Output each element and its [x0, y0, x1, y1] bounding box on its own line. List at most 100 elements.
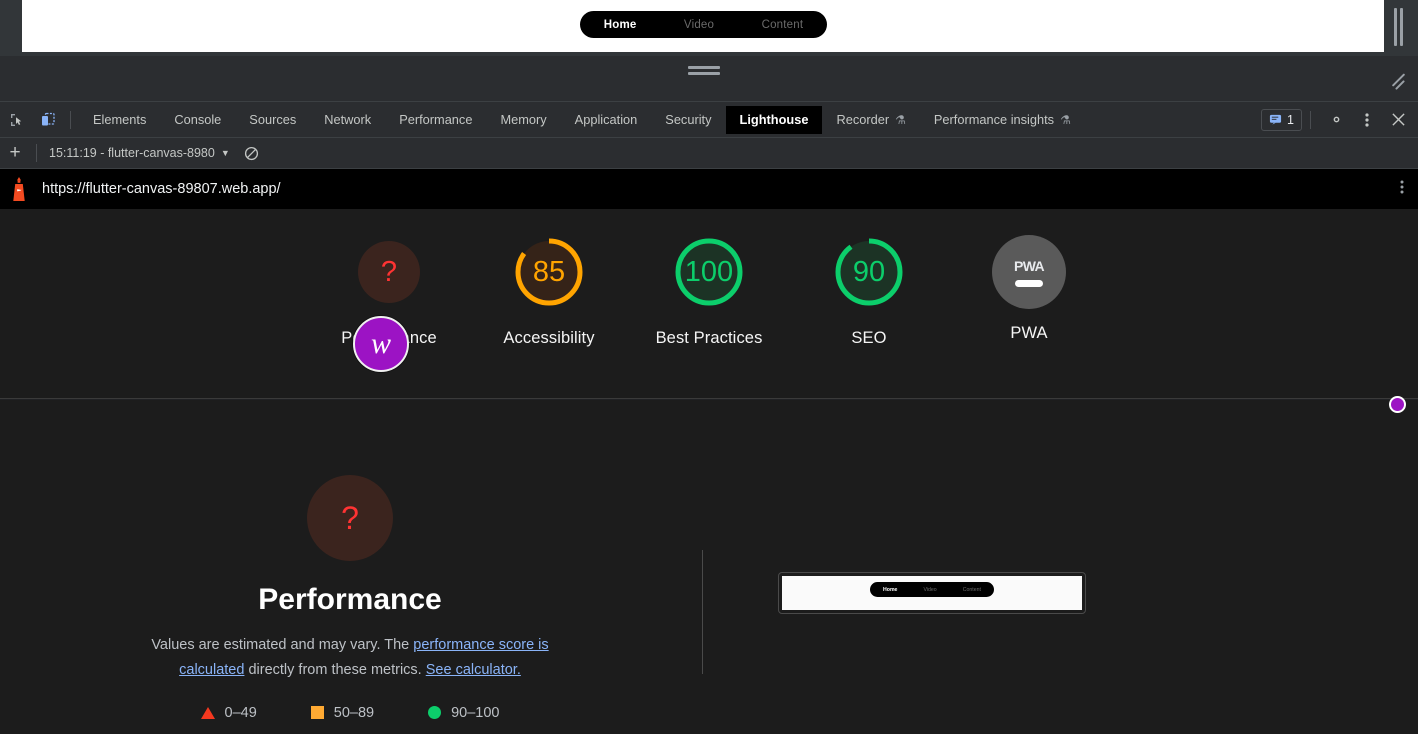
score-gauge-best-practices[interactable]: 100 Best Practices	[648, 230, 770, 352]
inspect-element-icon[interactable]	[3, 106, 31, 134]
chevron-down-icon: ▼	[221, 148, 230, 158]
toolbar-divider	[36, 144, 37, 162]
run-selector[interactable]: 15:11:19 - flutter-canvas-8980 ▼	[49, 146, 230, 160]
tab-console[interactable]: Console	[160, 106, 235, 134]
score-value-performance: ?	[347, 230, 431, 314]
page-nav-tab-video[interactable]: Video	[684, 19, 714, 31]
toolbar-divider	[1310, 111, 1311, 129]
tab-elements[interactable]: Elements	[79, 106, 160, 134]
viewport-height-resize-handle[interactable]	[688, 66, 720, 75]
legend-item-pass: 90–100	[428, 705, 499, 721]
tab-sources[interactable]: Sources	[235, 106, 310, 134]
performance-large-gauge: ?	[307, 475, 393, 561]
filmstrip-nav-home: Home	[883, 587, 897, 593]
score-gauges: ? Performance 85 Accessibility	[0, 209, 1418, 352]
run-selector-label: 15:11:19 - flutter-canvas-8980	[49, 146, 215, 160]
score-label-pwa: PWA	[1010, 321, 1047, 347]
legend-range-fail: 0–49	[225, 705, 257, 721]
score-value-pwa: PWA	[1014, 258, 1044, 274]
close-icon[interactable]	[1384, 106, 1412, 134]
clear-icon	[244, 146, 259, 161]
emulated-viewport: Home Video Content	[0, 0, 1418, 56]
gauge-ring-performance: ?	[347, 230, 431, 314]
legend-range-average: 50–89	[334, 705, 374, 721]
tab-recorder[interactable]: Recorder ⚗	[822, 106, 919, 134]
score-label-best-practices: Best Practices	[656, 326, 763, 352]
flask-icon: ⚗	[895, 113, 906, 127]
gauge-ring-seo: 90	[827, 230, 911, 314]
tab-application[interactable]: Application	[561, 106, 652, 134]
score-gauges-band: ? Performance 85 Accessibility	[0, 209, 1418, 399]
tab-bar-actions: 1	[1261, 106, 1418, 134]
filmstrip-thumbnail[interactable]: Home Video Content	[778, 572, 1086, 614]
devtools-window: Home Video Content Elements Console Sour…	[0, 0, 1418, 734]
see-calculator-link[interactable]: See calculator.	[426, 662, 521, 678]
new-audit-button[interactable]: +	[2, 140, 28, 166]
issues-button[interactable]: 1	[1261, 109, 1302, 131]
performance-summary: ? Performance Values are estimated and m…	[0, 400, 700, 734]
performance-detail-section: ? Performance Values are estimated and m…	[0, 400, 1418, 734]
circle-icon	[428, 706, 441, 719]
report-url[interactable]: https://flutter-canvas-89807.web.app/	[42, 181, 281, 197]
score-value-seo: 90	[827, 230, 911, 314]
performance-description: Values are estimated and may vary. The p…	[150, 633, 550, 683]
issues-count: 1	[1287, 113, 1294, 127]
score-value-best-practices: 100	[667, 230, 751, 314]
cursor-badge-glyph: w	[371, 329, 391, 359]
report-header: https://flutter-canvas-89807.web.app/	[0, 169, 1418, 209]
page-nav-tab-home[interactable]: Home	[604, 19, 637, 31]
triangle-icon	[201, 707, 215, 719]
section-divider	[702, 550, 703, 674]
legend-range-pass: 90–100	[451, 705, 499, 721]
legend-item-fail: 0–49	[201, 705, 257, 721]
page-canvas[interactable]: Home Video Content	[22, 0, 1384, 52]
tab-recorder-label: Recorder	[836, 112, 889, 127]
filmstrip-nav-pill: Home Video Content	[870, 582, 994, 597]
tab-lighthouse[interactable]: Lighthouse	[726, 106, 823, 134]
cursor-position-dot	[1389, 396, 1406, 413]
gauge-ring-pwa: PWA	[992, 235, 1066, 309]
device-resize-strip	[0, 56, 1418, 102]
filmstrip-frame: Home Video Content	[782, 576, 1082, 610]
toolbar-divider	[70, 111, 71, 129]
score-value-accessibility: 85	[507, 230, 591, 314]
tab-performance-insights[interactable]: Performance insights ⚗	[920, 106, 1085, 134]
flask-icon: ⚗	[1060, 113, 1071, 127]
score-label-accessibility: Accessibility	[503, 326, 594, 352]
issues-icon	[1269, 113, 1282, 126]
performance-large-score: ?	[341, 500, 359, 537]
pwa-dash-icon	[1015, 280, 1043, 287]
kebab-menu-icon[interactable]	[1353, 106, 1381, 134]
filmstrip-nav-video: Video	[924, 587, 937, 593]
tab-network[interactable]: Network	[310, 106, 385, 134]
gauge-ring-best-practices: 100	[667, 230, 751, 314]
tab-security[interactable]: Security	[651, 106, 725, 134]
performance-heading: Performance	[258, 583, 441, 617]
page-nav-pill: Home Video Content	[580, 11, 827, 38]
tab-performance-insights-label: Performance insights	[934, 112, 1054, 127]
gauge-ring-accessibility: 85	[507, 230, 591, 314]
tab-performance[interactable]: Performance	[385, 106, 486, 134]
report-menu-button[interactable]	[1400, 179, 1404, 200]
score-label-seo: SEO	[851, 326, 886, 352]
square-icon	[311, 706, 324, 719]
devtools-tab-bar: Elements Console Sources Network Perform…	[0, 102, 1418, 138]
gear-icon[interactable]	[1322, 106, 1350, 134]
clear-all-button[interactable]	[244, 146, 259, 161]
legend-item-average: 50–89	[311, 705, 374, 721]
lighthouse-icon	[8, 176, 30, 202]
score-range-legend: 0–49 50–89 90–100	[201, 705, 500, 721]
filmstrip-nav-content: Content	[963, 587, 981, 593]
score-gauge-seo[interactable]: 90 SEO	[808, 230, 930, 352]
score-gauge-pwa[interactable]: PWA PWA	[968, 230, 1090, 352]
performance-description-mid: directly from these metrics.	[244, 662, 425, 678]
viewport-width-resize-handle[interactable]	[1394, 8, 1405, 46]
viewport-corner-resize-handle[interactable]	[1388, 68, 1410, 90]
cursor-badge-icon: w	[353, 316, 409, 372]
score-gauge-accessibility[interactable]: 85 Accessibility	[488, 230, 610, 352]
tab-memory[interactable]: Memory	[486, 106, 560, 134]
device-toolbar-icon[interactable]	[34, 106, 62, 134]
kebab-menu-icon	[1400, 179, 1404, 195]
performance-description-pre: Values are estimated and may vary. The	[151, 637, 413, 653]
page-nav-tab-content[interactable]: Content	[762, 19, 804, 31]
